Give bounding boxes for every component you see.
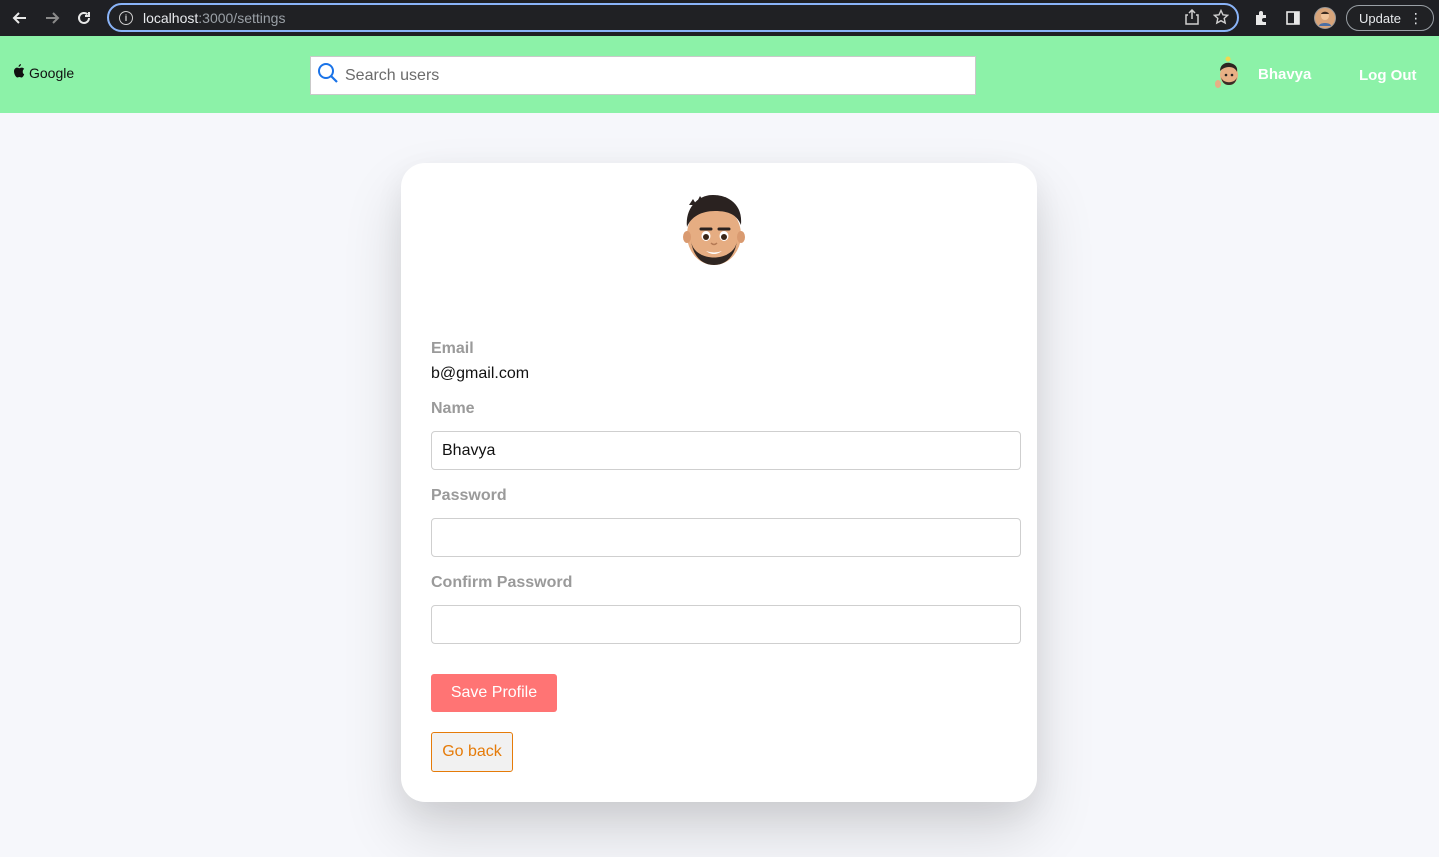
name-input[interactable] <box>431 431 1021 470</box>
more-icon[interactable]: ⋮ <box>1409 11 1423 25</box>
app-header: Google Bhavya Log Out <box>0 36 1439 113</box>
user-avatar[interactable] <box>1212 56 1242 92</box>
extensions-icon[interactable] <box>1250 7 1272 29</box>
update-button[interactable]: Update ⋮ <box>1346 5 1434 31</box>
profile-card: Email b@gmail.com Name Password Confirm … <box>401 163 1037 802</box>
confirm-password-input[interactable] <box>431 605 1021 644</box>
update-label: Update <box>1359 10 1401 26</box>
sidepanel-icon[interactable] <box>1282 7 1304 29</box>
profile-icon[interactable] <box>1314 7 1336 29</box>
password-input[interactable] <box>431 518 1021 557</box>
star-icon[interactable] <box>1212 8 1230 30</box>
email-label: Email <box>431 340 474 357</box>
user-name[interactable]: Bhavya <box>1258 66 1311 83</box>
logo[interactable]: Google <box>13 64 74 81</box>
search-icon <box>317 62 345 89</box>
address-bar[interactable]: i localhost:3000/settings <box>107 3 1239 32</box>
go-back-button[interactable]: Go back <box>431 732 513 772</box>
password-label: Password <box>431 487 507 504</box>
logo-text: Google <box>29 64 75 81</box>
apple-icon <box>13 64 25 81</box>
email-value: b@gmail.com <box>431 365 530 382</box>
confirm-password-label: Confirm Password <box>431 574 573 591</box>
name-label: Name <box>431 400 475 417</box>
profile-avatar <box>681 191 747 271</box>
reload-icon[interactable] <box>68 0 100 36</box>
save-profile-button[interactable]: Save Profile <box>431 674 557 712</box>
forward-icon[interactable] <box>36 0 68 36</box>
search-input[interactable] <box>345 66 945 85</box>
back-icon[interactable] <box>4 0 36 36</box>
search-box[interactable] <box>310 56 976 95</box>
browser-toolbar: i localhost:3000/settings Update ⋮ <box>0 0 1439 36</box>
logout-button[interactable]: Log Out <box>1359 67 1416 84</box>
info-icon[interactable]: i <box>119 10 133 25</box>
url-host: localhost <box>143 9 199 26</box>
user-menu[interactable]: Bhavya <box>1212 56 1311 92</box>
share-icon[interactable] <box>1185 8 1199 30</box>
url-path: :3000/settings <box>198 9 286 26</box>
url-text: localhost:3000/settings <box>143 10 285 26</box>
